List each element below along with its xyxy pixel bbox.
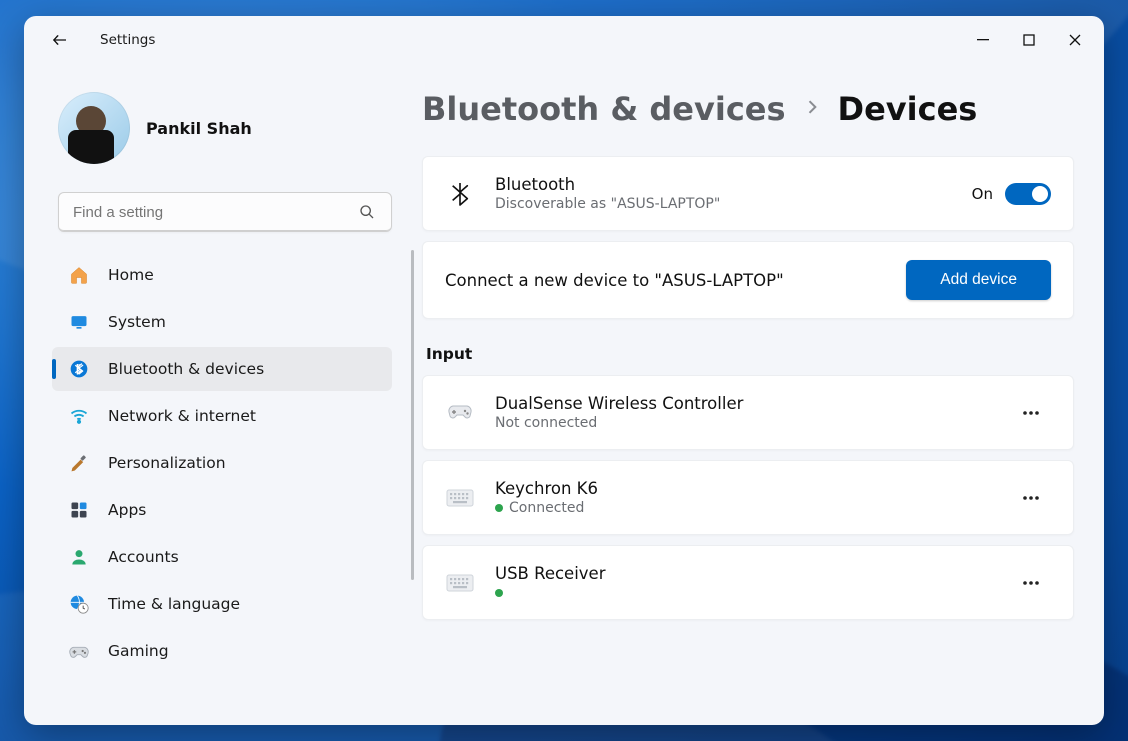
sidebar-item-time[interactable]: Time & language bbox=[52, 582, 392, 626]
maximize-icon bbox=[1023, 34, 1035, 46]
bluetooth-icon bbox=[68, 358, 90, 380]
bluetooth-title: Bluetooth bbox=[495, 175, 952, 194]
avatar bbox=[58, 92, 130, 164]
nav: Home System Bluetooth & devices Network … bbox=[36, 250, 414, 725]
sidebar-item-label: Home bbox=[108, 266, 154, 284]
device-status: Connected bbox=[495, 500, 991, 516]
device-name: Keychron K6 bbox=[495, 479, 991, 498]
person-icon bbox=[68, 546, 90, 568]
more-icon bbox=[1022, 410, 1040, 416]
sidebar-item-label: Gaming bbox=[108, 642, 169, 660]
toggle-state-label: On bbox=[972, 185, 993, 203]
window-title: Settings bbox=[100, 32, 155, 48]
chevron-right-icon bbox=[802, 97, 822, 121]
more-icon bbox=[1022, 495, 1040, 501]
close-button[interactable] bbox=[1052, 20, 1098, 60]
keyboard-icon bbox=[445, 489, 475, 507]
bluetooth-card: Bluetooth Discoverable as "ASUS-LAPTOP" … bbox=[422, 156, 1074, 231]
home-icon bbox=[68, 264, 90, 286]
device-status: Not connected bbox=[495, 415, 991, 431]
breadcrumb: Bluetooth & devices Devices bbox=[422, 90, 1074, 128]
wifi-icon bbox=[68, 405, 90, 427]
sidebar-item-label: Accounts bbox=[108, 548, 179, 566]
more-icon bbox=[1022, 580, 1040, 586]
device-more-button[interactable] bbox=[1011, 480, 1051, 516]
sidebar-item-label: Bluetooth & devices bbox=[108, 360, 264, 378]
keyboard-icon bbox=[445, 574, 475, 592]
device-status bbox=[495, 585, 991, 601]
device-row[interactable]: Keychron K6 Connected bbox=[422, 460, 1074, 535]
status-dot-icon bbox=[495, 589, 503, 597]
sidebar-item-personalization[interactable]: Personalization bbox=[52, 441, 392, 485]
profile-block[interactable]: Pankil Shah bbox=[36, 72, 414, 188]
sidebar: Pankil Shah Home System bbox=[24, 64, 414, 725]
paintbrush-icon bbox=[68, 452, 90, 474]
scrollbar[interactable] bbox=[411, 250, 414, 580]
gamepad-icon bbox=[445, 403, 475, 423]
gamepad-icon bbox=[68, 640, 90, 662]
maximize-button[interactable] bbox=[1006, 20, 1052, 60]
sidebar-item-label: Network & internet bbox=[108, 407, 256, 425]
sidebar-item-label: System bbox=[108, 313, 166, 331]
device-row[interactable]: DualSense Wireless Controller Not connec… bbox=[422, 375, 1074, 450]
sidebar-item-label: Apps bbox=[108, 501, 146, 519]
close-icon bbox=[1069, 34, 1081, 46]
device-more-button[interactable] bbox=[1011, 395, 1051, 431]
connect-card: Connect a new device to "ASUS-LAPTOP" Ad… bbox=[422, 241, 1074, 319]
sidebar-item-bluetooth[interactable]: Bluetooth & devices bbox=[52, 347, 392, 391]
bluetooth-toggle[interactable] bbox=[1005, 183, 1051, 205]
sidebar-item-system[interactable]: System bbox=[52, 300, 392, 344]
system-icon bbox=[68, 311, 90, 333]
device-row[interactable]: USB Receiver bbox=[422, 545, 1074, 620]
sidebar-item-label: Time & language bbox=[108, 595, 240, 613]
sidebar-item-gaming[interactable]: Gaming bbox=[52, 629, 392, 673]
section-input-title: Input bbox=[426, 345, 1070, 363]
status-dot-icon bbox=[495, 504, 503, 512]
search-wrap bbox=[58, 192, 392, 232]
search-input[interactable] bbox=[58, 192, 392, 232]
device-name: DualSense Wireless Controller bbox=[495, 394, 991, 413]
sidebar-item-accounts[interactable]: Accounts bbox=[52, 535, 392, 579]
bluetooth-icon bbox=[445, 181, 475, 207]
globe-clock-icon bbox=[68, 593, 90, 615]
settings-window: Settings Pankil Shah bbox=[24, 16, 1104, 725]
connect-text: Connect a new device to "ASUS-LAPTOP" bbox=[445, 271, 886, 290]
sidebar-item-label: Personalization bbox=[108, 454, 226, 472]
minimize-button[interactable] bbox=[960, 20, 1006, 60]
page-title: Devices bbox=[838, 90, 978, 128]
add-device-button[interactable]: Add device bbox=[906, 260, 1051, 300]
profile-name: Pankil Shah bbox=[146, 119, 252, 138]
bluetooth-subtitle: Discoverable as "ASUS-LAPTOP" bbox=[495, 196, 952, 212]
sidebar-item-network[interactable]: Network & internet bbox=[52, 394, 392, 438]
titlebar: Settings bbox=[24, 16, 1104, 64]
main-panel: Bluetooth & devices Devices Bluetooth Di… bbox=[414, 64, 1104, 725]
breadcrumb-parent[interactable]: Bluetooth & devices bbox=[422, 90, 786, 128]
back-button[interactable] bbox=[38, 20, 78, 60]
device-more-button[interactable] bbox=[1011, 565, 1051, 601]
sidebar-item-home[interactable]: Home bbox=[52, 253, 392, 297]
device-name: USB Receiver bbox=[495, 564, 991, 583]
minimize-icon bbox=[977, 34, 989, 46]
sidebar-item-apps[interactable]: Apps bbox=[52, 488, 392, 532]
search-icon[interactable] bbox=[352, 192, 382, 232]
apps-icon bbox=[68, 499, 90, 521]
